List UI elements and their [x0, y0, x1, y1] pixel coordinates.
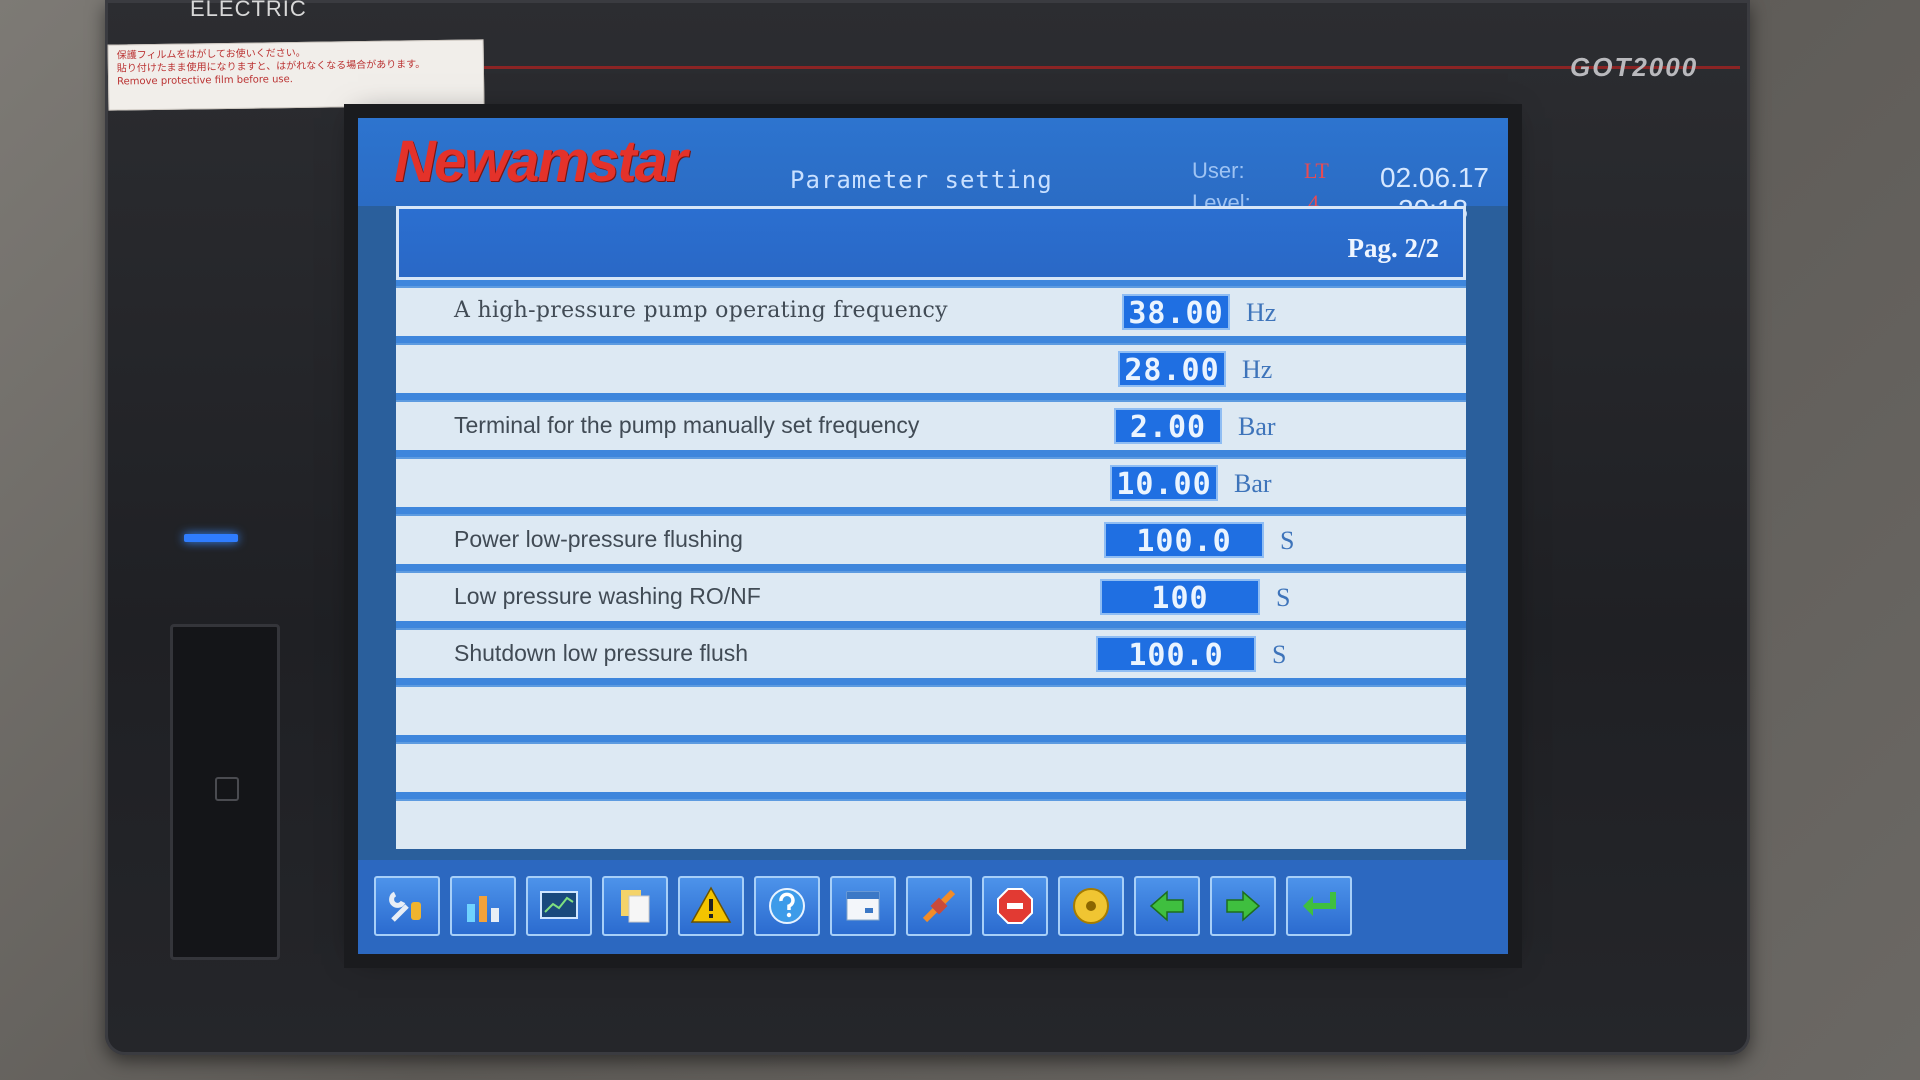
parameter-row: Power low-pressure flushing 100.0 S — [396, 514, 1466, 564]
connection-button[interactable] — [906, 876, 972, 936]
parameter-list: A high-pressure pump operating frequency… — [396, 286, 1466, 856]
navigation-bar — [358, 860, 1508, 954]
parameter-row: 28.00 Hz — [396, 343, 1466, 393]
previous-page-button[interactable] — [1134, 876, 1200, 936]
monitor-button[interactable] — [526, 876, 592, 936]
parameter-value-input[interactable]: 100 — [1100, 579, 1260, 616]
parameter-label: Shutdown low pressure flush — [454, 640, 749, 666]
protective-film-sticker: 保護フィルムをはがしてお使いください。 貼り付けたまま使用になりますと、はがれな… — [107, 39, 485, 111]
parameter-row: A high-pressure pump operating frequency… — [396, 286, 1466, 336]
parameter-label: Low pressure washing RO/NF — [454, 583, 761, 609]
parameter-value-input[interactable]: 28.00 — [1118, 351, 1226, 388]
enter-icon — [1303, 892, 1336, 916]
arrow-left-icon — [1149, 890, 1184, 922]
tools-button[interactable] — [374, 876, 440, 936]
empty-row — [396, 799, 1466, 849]
empty-row — [396, 742, 1466, 792]
parameter-value-input[interactable]: 38.00 — [1122, 294, 1230, 331]
help-icon — [769, 888, 805, 924]
parameter-unit: S — [1276, 583, 1291, 612]
page-indicator: Pag. 2/2 — [1347, 233, 1440, 263]
parameter-unit: Hz — [1246, 298, 1277, 327]
manufacturer-label: ELECTRIC — [190, 0, 307, 21]
tools-icon — [389, 891, 421, 922]
parameter-row: Terminal for the pump manually set frequ… — [396, 400, 1466, 450]
stop-icon — [997, 888, 1033, 924]
parameter-unit: Hz — [1242, 355, 1273, 384]
documents-button[interactable] — [602, 876, 668, 936]
trend-monitor-icon — [540, 891, 578, 919]
alarm-button[interactable] — [678, 876, 744, 936]
disc-icon — [1073, 888, 1109, 924]
stop-button[interactable] — [982, 876, 1048, 936]
help-button[interactable] — [754, 876, 820, 936]
power-led — [184, 534, 238, 542]
connector-icon — [922, 889, 956, 923]
documents-icon — [621, 890, 650, 923]
user-label: User: — [1192, 158, 1245, 183]
parameter-panel: Pag. 2/2 A high-pressure pump operating … — [396, 206, 1466, 849]
parameter-value-input[interactable]: 10.00 — [1110, 465, 1218, 502]
next-page-button[interactable] — [1210, 876, 1276, 936]
parameter-label: Terminal for the pump manually set frequ… — [454, 412, 920, 438]
disc-button[interactable] — [1058, 876, 1124, 936]
bar-chart-icon — [467, 896, 499, 922]
parameter-unit: Bar — [1238, 412, 1276, 441]
empty-row — [396, 685, 1466, 735]
usb-port-cover[interactable] — [170, 624, 280, 960]
user-value: LT — [1304, 158, 1329, 183]
parameter-row: Low pressure washing RO/NF 100 S — [396, 571, 1466, 621]
newamstar-logo: Newamstar — [394, 129, 687, 194]
parameter-row: Shutdown low pressure flush 100.0 S — [396, 628, 1466, 678]
parameter-value-input[interactable]: 100.0 — [1096, 636, 1256, 673]
parameter-label: A high-pressure pump operating frequency — [454, 298, 948, 323]
screen-header: Newamstar Parameter setting User: LT Lev… — [358, 118, 1508, 225]
arrow-right-icon — [1226, 890, 1261, 922]
parameter-row: 10.00 Bar — [396, 457, 1466, 507]
parameter-label: Power low-pressure flushing — [454, 526, 743, 552]
hmi-screen: Newamstar Parameter setting User: LT Lev… — [358, 118, 1508, 954]
date-display: 02.06.17 — [1380, 162, 1489, 193]
parameter-unit: S — [1280, 526, 1295, 555]
parameter-unit: S — [1272, 640, 1287, 669]
calendar-icon — [846, 891, 880, 921]
return-button[interactable] — [1286, 876, 1352, 936]
parameter-unit: Bar — [1234, 469, 1272, 498]
page-bar: Pag. 2/2 — [396, 206, 1466, 280]
model-badge: GOT2000 — [1570, 52, 1699, 82]
page-title: Parameter setting — [790, 166, 1053, 194]
parameter-value-input[interactable]: 2.00 — [1114, 408, 1222, 445]
trend-bars-button[interactable] — [450, 876, 516, 936]
parameter-value-input[interactable]: 100.0 — [1104, 522, 1264, 559]
calendar-button[interactable] — [830, 876, 896, 936]
warning-icon — [690, 886, 732, 923]
